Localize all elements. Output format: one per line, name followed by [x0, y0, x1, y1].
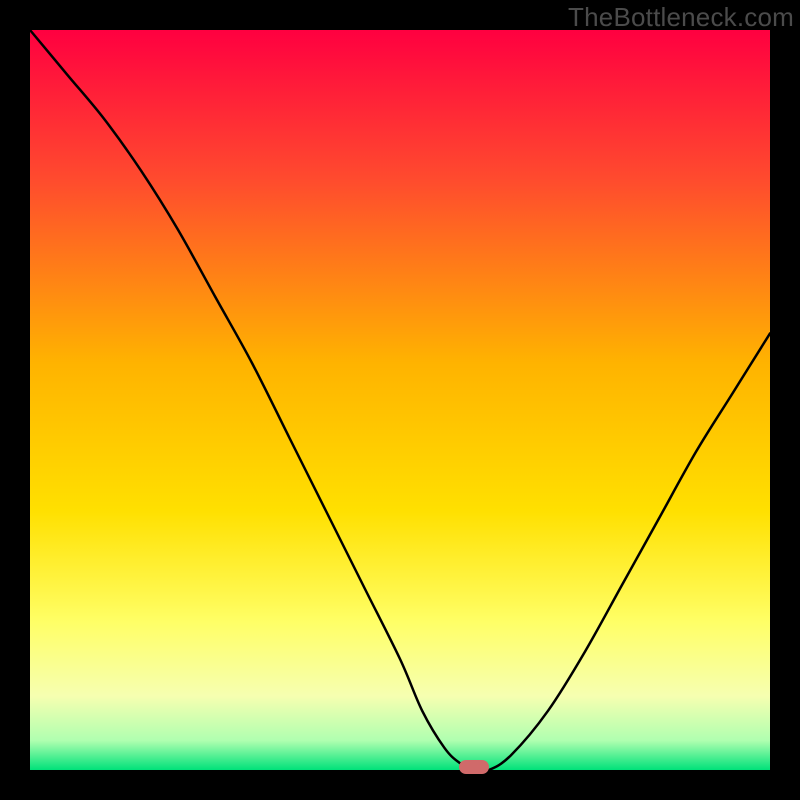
- bottleneck-chart: [0, 0, 800, 800]
- optimum-marker: [459, 760, 489, 774]
- watermark-text: TheBottleneck.com: [568, 2, 794, 33]
